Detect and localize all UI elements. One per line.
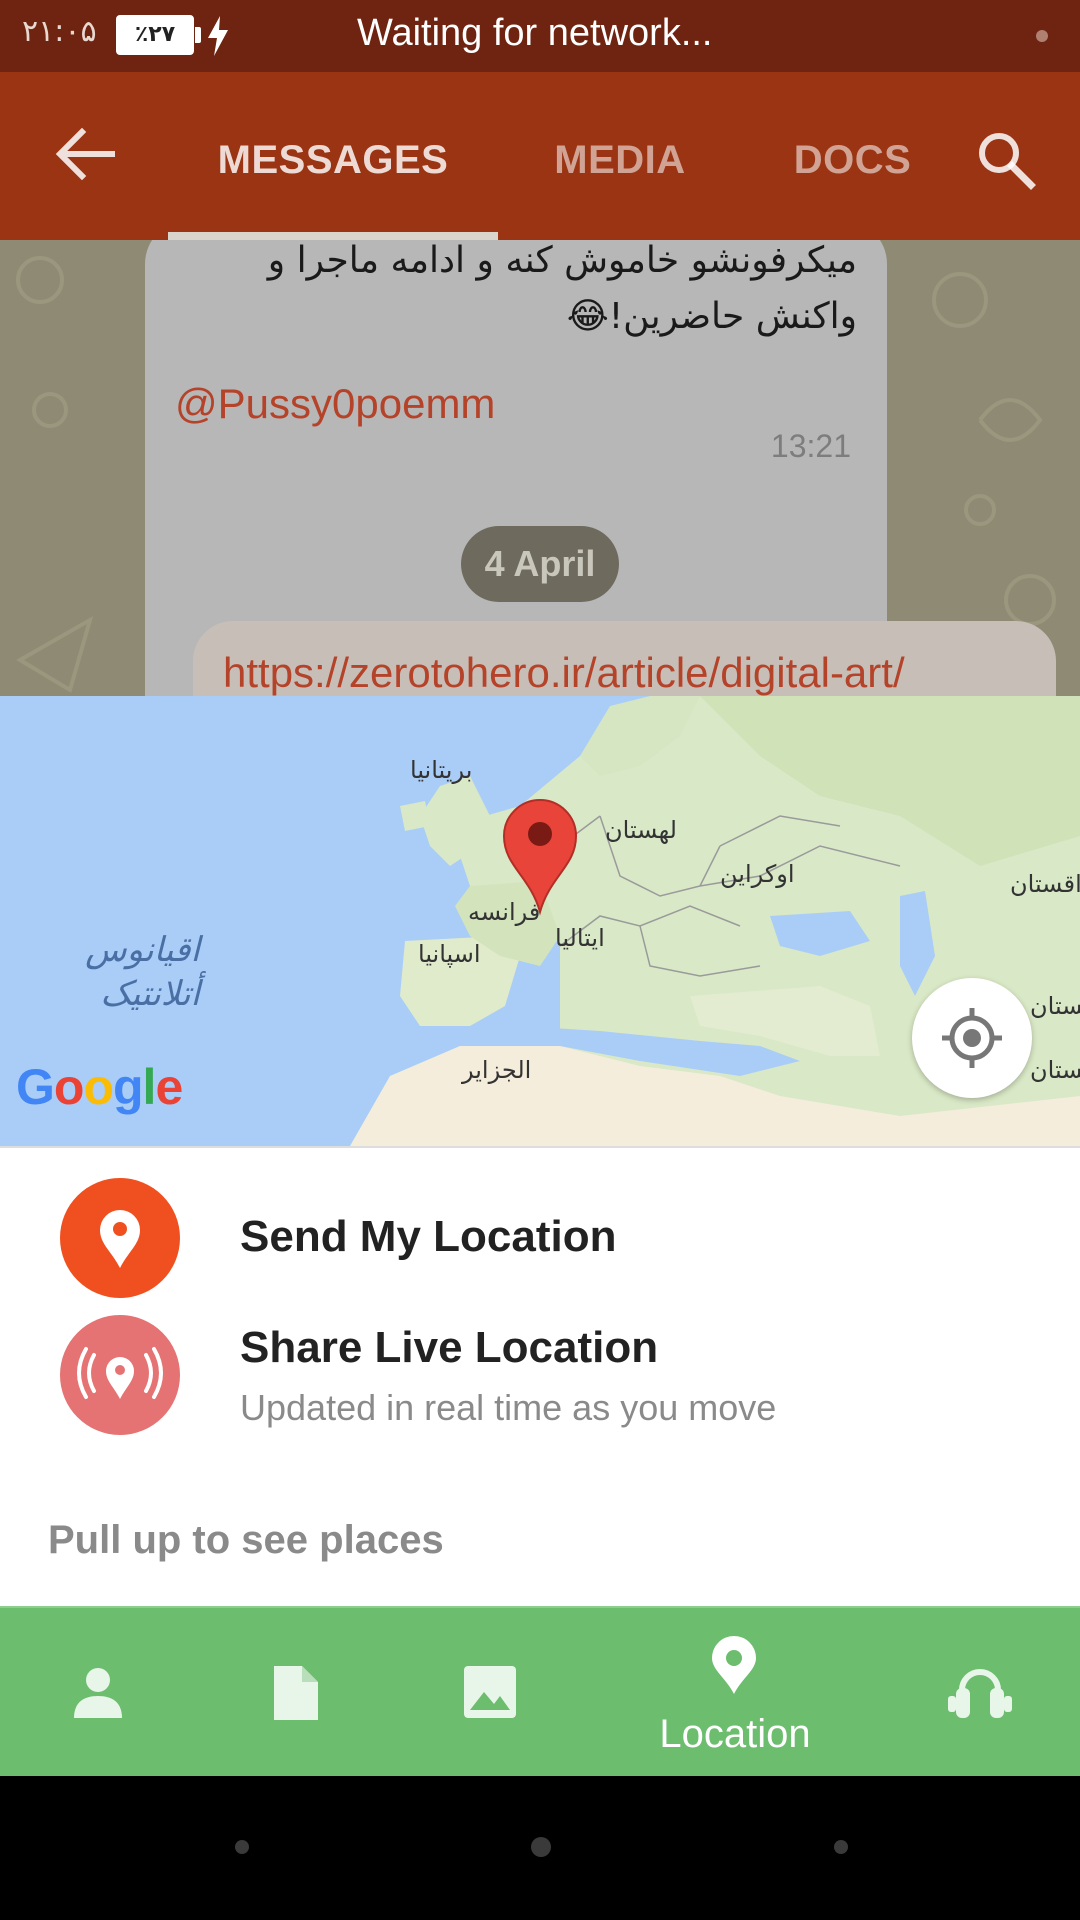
map-label-spain: اسپانیا xyxy=(418,940,481,968)
attach-location-button[interactable]: Location xyxy=(630,1608,840,1778)
tab-media[interactable]: MEDIA xyxy=(520,72,720,240)
top-bar: MESSAGES MEDIA DOCS xyxy=(0,72,1080,240)
tab-docs[interactable]: DOCS xyxy=(770,72,935,240)
map-view[interactable]: بریتانیا لهستان اوکراین فرانسه ایتالیا ا… xyxy=(0,696,1080,1146)
charging-icon xyxy=(208,16,228,56)
system-nav-bar xyxy=(0,1776,1080,1920)
attach-bar: Location xyxy=(0,1606,1080,1776)
map-label-edge: انستان xyxy=(1030,992,1080,1020)
file-icon xyxy=(274,1666,318,1720)
map-label-britain: بریتانیا xyxy=(410,756,473,784)
search-icon[interactable] xyxy=(975,129,1037,191)
battery-level: ٪۲۷ xyxy=(134,22,176,47)
battery-tip xyxy=(195,27,201,43)
attach-gallery-button[interactable] xyxy=(440,1608,540,1778)
map-label-ukraine: اوکراین xyxy=(720,860,795,888)
map-label-ocean: اقیانوس أتلانتیک xyxy=(60,928,200,1016)
network-status: Waiting for network... xyxy=(357,12,713,54)
message-mention-link[interactable]: @Pussy0poemm xyxy=(175,380,495,428)
pull-up-hint: Pull up to see places xyxy=(48,1518,444,1562)
nav-recent-button[interactable] xyxy=(834,1840,848,1854)
location-pin-icon xyxy=(60,1178,180,1298)
google-logo: Google xyxy=(16,1059,183,1115)
send-my-location-button[interactable]: Send My Location xyxy=(0,1178,1080,1308)
attach-file-button[interactable] xyxy=(244,1608,344,1778)
share-live-location-button[interactable]: Share Live Location Updated in real time… xyxy=(0,1315,1080,1445)
map-label-edge: نستان xyxy=(1030,1056,1080,1084)
location-sheet: Send My Location Share Live Location Upd… xyxy=(0,1146,1080,1606)
my-location-button[interactable] xyxy=(912,978,1032,1098)
chat-area[interactable]: میکرفونشو خاموش کنه و ادامه ماجرا و واکن… xyxy=(0,240,1080,696)
map-pin-icon xyxy=(502,799,578,916)
battery-icon: ٪۲۷ xyxy=(116,15,194,55)
notification-dot xyxy=(1036,30,1048,42)
message-link[interactable]: https://zerotohero.ir/article/digital-ar… xyxy=(223,649,905,696)
location-pin-icon xyxy=(712,1636,756,1694)
ocean-label-line: أتلانتیک xyxy=(100,974,200,1014)
attach-music-button[interactable] xyxy=(930,1608,1030,1778)
status-time: ۲۱:۰۵ xyxy=(22,14,97,49)
nav-home-button[interactable] xyxy=(531,1837,551,1857)
live-location-icon xyxy=(60,1315,180,1435)
attach-contact-button[interactable] xyxy=(48,1608,148,1778)
active-tab-indicator xyxy=(168,232,498,240)
map-label-kazakhstan: قزاقستان xyxy=(1010,870,1080,898)
nav-back-button[interactable] xyxy=(235,1840,249,1854)
message-time: 13:21 xyxy=(770,428,851,464)
map-label-italy: ایتالیا xyxy=(555,924,605,952)
music-icon xyxy=(948,1669,1012,1718)
contact-icon xyxy=(74,1668,122,1718)
date-separator: 4 April xyxy=(461,526,619,602)
share-live-label: Share Live Location xyxy=(240,1323,659,1372)
send-location-label: Send My Location xyxy=(240,1212,617,1261)
message-text-line: میکرفونشو خاموش کنه و ادامه ماجرا و xyxy=(267,240,857,281)
attach-location-label: Location xyxy=(659,1712,811,1756)
map-label-algeria: الجزایر xyxy=(462,1056,532,1084)
share-live-subtitle: Updated in real time as you move xyxy=(240,1387,777,1428)
gallery-icon xyxy=(464,1666,516,1718)
outgoing-message-bubble[interactable]: https://zerotohero.ir/article/digital-ar… xyxy=(193,621,1056,696)
back-arrow-icon[interactable] xyxy=(50,124,120,184)
map-label-poland: لهستان xyxy=(605,816,677,844)
crosshair-icon xyxy=(942,1008,1002,1068)
tab-messages[interactable]: MESSAGES xyxy=(168,72,498,240)
ocean-label-line: اقیانوس xyxy=(85,930,200,970)
status-bar: ۲۱:۰۵ ٪۲۷ Waiting for network... xyxy=(0,0,1080,72)
message-text-line: واکنش حاضرین!😂 xyxy=(566,296,857,337)
